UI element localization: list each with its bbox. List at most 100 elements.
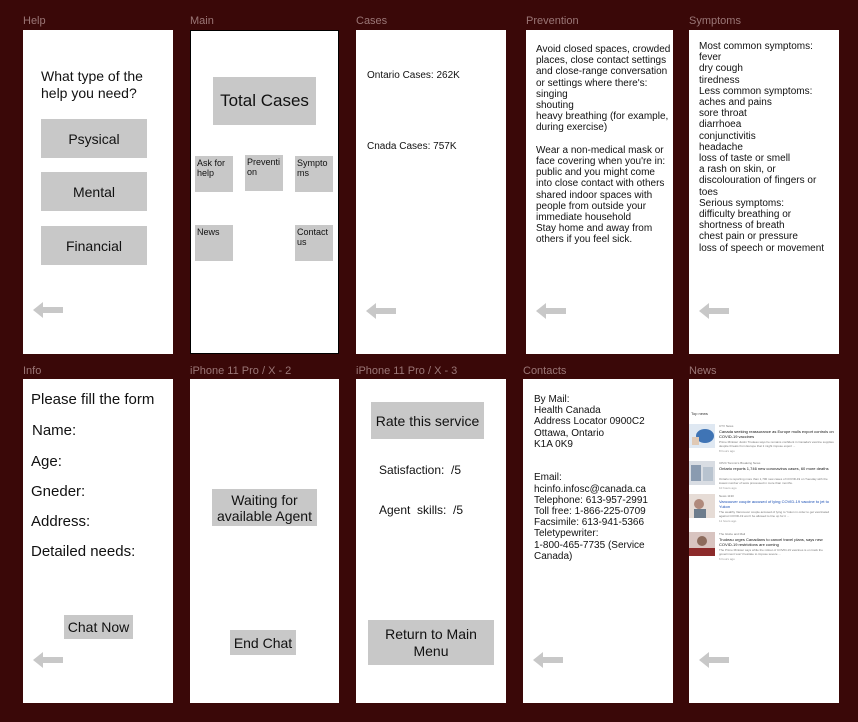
symptom-line: shortness of breath xyxy=(699,220,785,232)
symptom-line: loss of taste or smell xyxy=(699,153,791,165)
news-title[interactable]: Ontario reports 1,746 new coronavirus ca… xyxy=(719,466,837,471)
news-description: The wealthy Vancouver couple accused of … xyxy=(719,510,830,518)
agent-skills-rating[interactable]: Agent skills: /5 xyxy=(379,503,463,517)
news-title[interactable]: Canada seeking reassurance as Europe mul… xyxy=(719,429,837,439)
news-thumbnail xyxy=(689,532,715,556)
prevention-line: others if you feel sick. xyxy=(536,234,633,246)
contact-line: 1-800-465-7735 (Service xyxy=(534,539,645,551)
prevention-line: during exercise) xyxy=(536,122,608,134)
contact-line: Email: xyxy=(534,472,562,484)
back-arrow-icon[interactable] xyxy=(366,303,396,319)
back-arrow-icon[interactable] xyxy=(699,652,729,668)
gender-field-label: Gneder: xyxy=(31,483,86,500)
news-thumbnail-image xyxy=(689,494,715,518)
total-cases-button[interactable]: Total Cases xyxy=(213,77,316,125)
frame-label-main: Main xyxy=(190,15,214,27)
rate-service-heading: Rate this service xyxy=(371,402,484,439)
news-thumbnail-image xyxy=(689,424,715,448)
financial-help-button[interactable]: Financial xyxy=(41,226,147,265)
name-field-label: Name: xyxy=(32,422,77,439)
prevention-line: public and you might come xyxy=(536,167,655,179)
contact-line: K1A 0K9 xyxy=(534,438,573,450)
prevention-line: into close contact with others xyxy=(536,178,665,190)
prevention-line: people from outside your xyxy=(536,200,647,212)
news-thumbnail-image xyxy=(689,532,715,556)
news-thumbnail xyxy=(689,494,715,518)
symptom-line: sore throat xyxy=(699,108,747,120)
news-thumbnail xyxy=(689,424,715,448)
symptom-line: dry cough xyxy=(699,63,743,75)
news-thumbnail-image xyxy=(689,461,715,485)
frame-label-symptoms: Symptoms xyxy=(689,15,741,27)
symptom-line: Most common symptoms: xyxy=(699,41,813,52)
form-title: Please fill the form xyxy=(31,391,155,408)
return-to-main-menu-button[interactable]: Return to Main Menu xyxy=(368,620,494,665)
prevention-line: places, close contact settings xyxy=(536,55,667,67)
ontario-cases: Ontario Cases: 262K xyxy=(367,70,460,81)
frame-label-prevention: Prevention xyxy=(526,15,579,27)
news-source: CP24 Toronto's Breaking News xyxy=(719,461,761,465)
symptoms-text: Most common symptoms: fever dry cough ti… xyxy=(699,41,824,254)
news-item[interactable]: CP24 Toronto's Breaking News Ontario rep… xyxy=(689,461,837,491)
news-item[interactable]: The Globe and Mail Trudeau urges Canadia… xyxy=(689,532,837,562)
contact-line: Facsimile: 613-941-5366 xyxy=(534,517,645,529)
symptom-line: conjunctivitis xyxy=(699,130,756,142)
symptom-line: aches and pains xyxy=(699,97,772,109)
news-item[interactable]: News 1130 Vancouver couple accused of ly… xyxy=(689,494,837,524)
back-arrow-icon[interactable] xyxy=(699,303,729,319)
news-title[interactable]: Vancouver couple accused of lying COVID-… xyxy=(719,499,837,509)
contacts-frame: By Mail: Health Canada Address Locator 0… xyxy=(523,379,673,703)
end-chat-button[interactable]: End Chat xyxy=(230,630,296,655)
news-item[interactable]: CTV News Canada seeking reassurance as E… xyxy=(689,424,837,454)
back-arrow-icon[interactable] xyxy=(533,652,563,668)
age-field-label: Age: xyxy=(31,453,62,470)
back-arrow-icon[interactable] xyxy=(33,302,63,318)
help-frame: What type of the help you need? Psysical… xyxy=(23,30,173,354)
ask-for-help-tile[interactable]: Ask for help xyxy=(195,156,233,192)
contact-email[interactable]: hcinfo.infosc@canada.ca xyxy=(534,484,648,495)
symptom-line: a rash on skin, or xyxy=(699,164,776,176)
news-time: 6 hours ago xyxy=(719,557,735,561)
frame-label-iphone-3: iPhone 11 Pro / X - 3 xyxy=(356,365,458,377)
help-question: What type of the help you need? xyxy=(41,68,143,101)
prevention-line: shouting xyxy=(536,100,574,112)
prevention-text: Avoid closed spaces, crowded places, clo… xyxy=(536,44,670,246)
prevention-tile[interactable]: Preventi on xyxy=(245,155,283,191)
news-description: The Prime Minister says while the rollou… xyxy=(719,548,823,556)
frame-label-help: Help xyxy=(23,15,46,27)
symptom-line: difficulty breathing or xyxy=(699,209,792,221)
frame-label-iphone-2: iPhone 11 Pro / X - 2 xyxy=(190,365,292,377)
symptom-line: chest pain or pressure xyxy=(699,231,798,243)
mental-help-button[interactable]: Mental xyxy=(41,172,147,211)
prevention-line: Avoid closed spaces, crowded xyxy=(536,44,671,55)
news-tile[interactable]: News xyxy=(195,225,233,261)
rate-service-frame: Rate this service Satisfaction: /5 Agent… xyxy=(356,379,506,703)
prevention-line: heavy breathing (for example, xyxy=(536,111,669,123)
contact-line: By Mail: xyxy=(534,394,570,405)
news-source: CTV News xyxy=(719,424,734,428)
symptom-line: loss of speech or movement xyxy=(699,242,825,254)
symptoms-tile[interactable]: Sympto ms xyxy=(295,156,333,192)
back-arrow-icon[interactable] xyxy=(536,303,566,319)
address-field-label: Address: xyxy=(31,513,91,530)
symptom-line: Serious symptoms: xyxy=(699,197,785,209)
contact-line: Toll free: 1-866-225-0709 xyxy=(534,506,646,518)
chat-now-button[interactable]: Chat Now xyxy=(64,615,133,639)
canada-cases: Cnada Cases: 757K xyxy=(367,141,457,152)
symptom-line: diarrhoea xyxy=(699,119,742,131)
satisfaction-rating[interactable]: Satisfaction: /5 xyxy=(379,463,461,477)
frame-label-news: News xyxy=(689,365,717,377)
contact-us-tile[interactable]: Contact us xyxy=(295,225,333,261)
news-title[interactable]: Trudeau urges Canadians to cancel travel… xyxy=(719,537,837,547)
main-frame: Total Cases Ask for help Preventi on Sym… xyxy=(190,30,339,354)
physical-help-button[interactable]: Psysical xyxy=(41,119,147,158)
symptom-line: Less common symptoms: xyxy=(699,85,813,97)
symptoms-frame: Most common symptoms: fever dry cough ti… xyxy=(689,30,839,354)
back-arrow-icon[interactable] xyxy=(33,652,63,668)
prevention-frame: Avoid closed spaces, crowded places, clo… xyxy=(526,30,673,354)
cases-frame: Ontario Cases: 262K Cnada Cases: 757K xyxy=(356,30,506,354)
contact-line: Teletypewriter: xyxy=(534,528,599,540)
symptom-line: tiredness xyxy=(699,74,740,86)
prevention-line: face covering when you're in: xyxy=(536,156,666,168)
waiting-frame: Waiting for available Agent End Chat xyxy=(190,379,339,703)
